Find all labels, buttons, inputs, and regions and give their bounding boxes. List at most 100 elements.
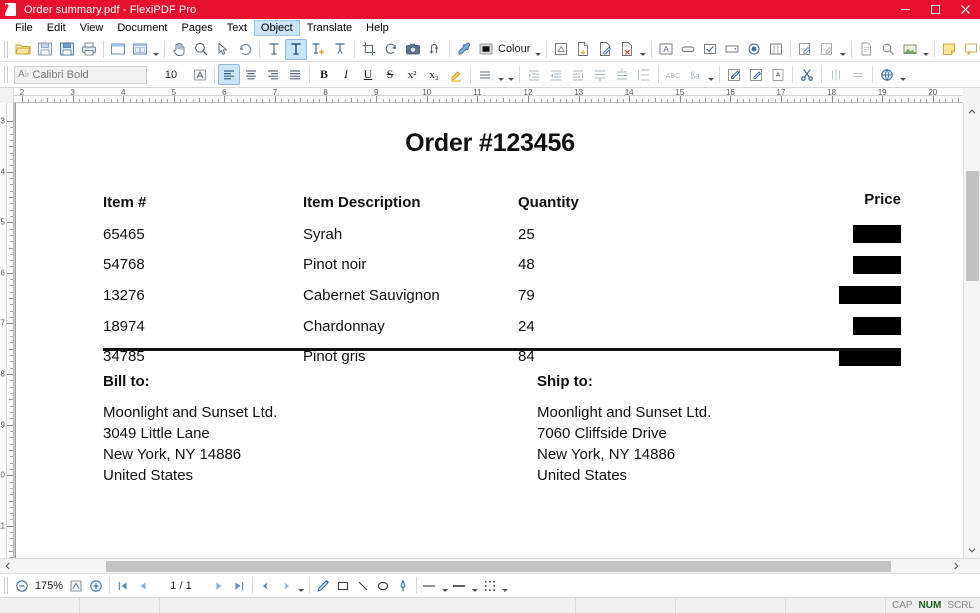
page-tools-dropdown-caret[interactable] (638, 39, 648, 60)
bold-button[interactable]: B (313, 64, 335, 85)
pencil-tool-icon[interactable] (313, 576, 333, 596)
colour-swatch-icon[interactable] (475, 39, 497, 60)
form-text-field-icon[interactable]: A (655, 39, 677, 60)
text-cursor-icon[interactable] (263, 39, 285, 60)
stamp-icon[interactable] (550, 39, 572, 60)
horizontal-scroll-track[interactable] (16, 559, 948, 573)
line-width-caret[interactable] (470, 575, 480, 596)
vertical-scroll-thumb[interactable] (966, 171, 979, 281)
first-page-icon[interactable] (113, 576, 133, 596)
text-correction-icon[interactable] (329, 39, 351, 60)
paragraph-spacing-button[interactable] (567, 64, 589, 85)
decrease-indent-button[interactable] (523, 64, 545, 85)
zoom-in-icon[interactable] (86, 576, 106, 596)
horizontal-ruler[interactable]: 2 3 4 5 6 7 8 9 10 11 12 13 14 15 16 17 18 19 20 (14, 88, 963, 103)
hand-tool-icon[interactable] (168, 39, 190, 60)
align-center-button[interactable] (240, 64, 262, 85)
table-row[interactable]: 18974 Chardonnay 24 (103, 311, 901, 342)
zoom-level-label[interactable]: 175% (32, 580, 66, 592)
text-effects-button[interactable]: ßa (684, 64, 706, 85)
fit-page-icon[interactable] (66, 576, 86, 596)
next-view-icon[interactable] (276, 576, 296, 596)
minimize-button[interactable] (890, 0, 920, 19)
zoom-tool-icon[interactable] (190, 39, 212, 60)
line-spacing-more-caret[interactable] (506, 64, 516, 85)
page-indicator[interactable]: 1 / 1 (153, 580, 209, 592)
object-properties-icon[interactable] (745, 64, 767, 85)
new-page-icon[interactable] (572, 39, 594, 60)
table-row[interactable]: 65465 Syrah 25 (103, 219, 901, 250)
selection-grid-icon[interactable] (480, 576, 500, 596)
menu-document[interactable]: Document (110, 20, 174, 36)
delete-page-icon[interactable] (616, 39, 638, 60)
align-left-button[interactable] (218, 64, 240, 85)
text-highlight-button[interactable] (445, 64, 467, 85)
last-page-icon[interactable] (229, 576, 249, 596)
align-justify-button[interactable] (284, 64, 306, 85)
space-after-button[interactable] (611, 64, 633, 85)
table-row[interactable]: 54768 Pinot noir 48 (103, 250, 901, 281)
sticky-note-icon[interactable] (938, 39, 960, 60)
horizontal-scrollbar[interactable] (0, 558, 980, 573)
form-edit-icon[interactable] (794, 39, 816, 60)
search-icon[interactable] (877, 39, 899, 60)
maximize-button[interactable] (920, 0, 950, 19)
form-dropdown-caret[interactable] (838, 39, 848, 60)
eyedropper-icon[interactable] (453, 39, 475, 60)
bill-to-block[interactable]: Bill to: Moonlight and Sunset Ltd. 3049 … (103, 371, 277, 486)
menu-view[interactable]: View (73, 20, 111, 36)
form-button-icon[interactable] (677, 39, 699, 60)
bottom-toolbar-grip[interactable] (4, 577, 9, 594)
horizontal-scroll-thumb[interactable] (106, 561, 891, 572)
table-row[interactable]: 34785 Pinot gris 84 (103, 341, 901, 372)
undo-icon[interactable] (234, 39, 256, 60)
align-right-button[interactable] (262, 64, 284, 85)
view-history-caret[interactable] (296, 575, 306, 596)
open-icon[interactable] (12, 39, 34, 60)
screenshot-icon[interactable] (402, 39, 424, 60)
previous-view-icon[interactable] (256, 576, 276, 596)
select-pointer-icon[interactable] (212, 39, 234, 60)
ellipse-tool-icon[interactable] (373, 576, 393, 596)
scroll-resize-grip[interactable] (964, 559, 980, 573)
line-height-button[interactable] (633, 64, 655, 85)
object-info-icon[interactable] (767, 64, 789, 85)
language-globe-icon[interactable] (876, 64, 898, 85)
subscript-button[interactable]: x₂ (423, 64, 445, 85)
uppercase-button[interactable]: ABC (662, 64, 684, 85)
menu-edit[interactable]: Edit (40, 20, 73, 36)
format-toolbar-grip[interactable] (4, 66, 9, 83)
language-caret[interactable] (898, 64, 908, 85)
print-icon[interactable] (78, 39, 100, 60)
font-size-input[interactable]: 10 (153, 65, 189, 84)
column-split-icon[interactable] (825, 64, 847, 85)
line-spacing-caret[interactable] (496, 64, 506, 85)
scroll-up-button[interactable] (963, 103, 980, 120)
table-row[interactable]: 13276 Cabernet Sauvignon 79 (103, 280, 901, 311)
menu-text[interactable]: Text (220, 20, 254, 36)
callout-icon[interactable] (960, 39, 980, 60)
page-layout-icon[interactable] (107, 39, 129, 60)
line-spacing-button[interactable] (474, 64, 496, 85)
page-view-dropdown-caret[interactable] (151, 39, 161, 60)
toolbar-grip[interactable] (4, 40, 9, 58)
two-page-view-icon[interactable] (129, 39, 151, 60)
add-text-icon[interactable] (307, 39, 329, 60)
form-radio-icon[interactable] (743, 39, 765, 60)
previous-page-icon[interactable] (133, 576, 153, 596)
line-tool-icon[interactable] (353, 576, 373, 596)
menu-translate[interactable]: Translate (300, 20, 359, 36)
save-as-icon[interactable] (56, 39, 78, 60)
page-area[interactable]: Order #123456 Item # Item Description Qu… (14, 103, 963, 558)
edit-object-icon[interactable] (723, 64, 745, 85)
paragraph-merge-icon[interactable] (847, 64, 869, 85)
scroll-left-button[interactable] (0, 559, 16, 573)
menu-pages[interactable]: Pages (175, 20, 220, 36)
form-list-icon[interactable] (765, 39, 787, 60)
zoom-out-icon[interactable] (12, 576, 32, 596)
vertical-scrollbar[interactable] (963, 103, 980, 558)
italic-button[interactable]: I (335, 64, 357, 85)
rotate-icon[interactable] (380, 39, 402, 60)
menu-object[interactable]: Object (253, 19, 300, 36)
reflow-icon[interactable] (424, 39, 446, 60)
